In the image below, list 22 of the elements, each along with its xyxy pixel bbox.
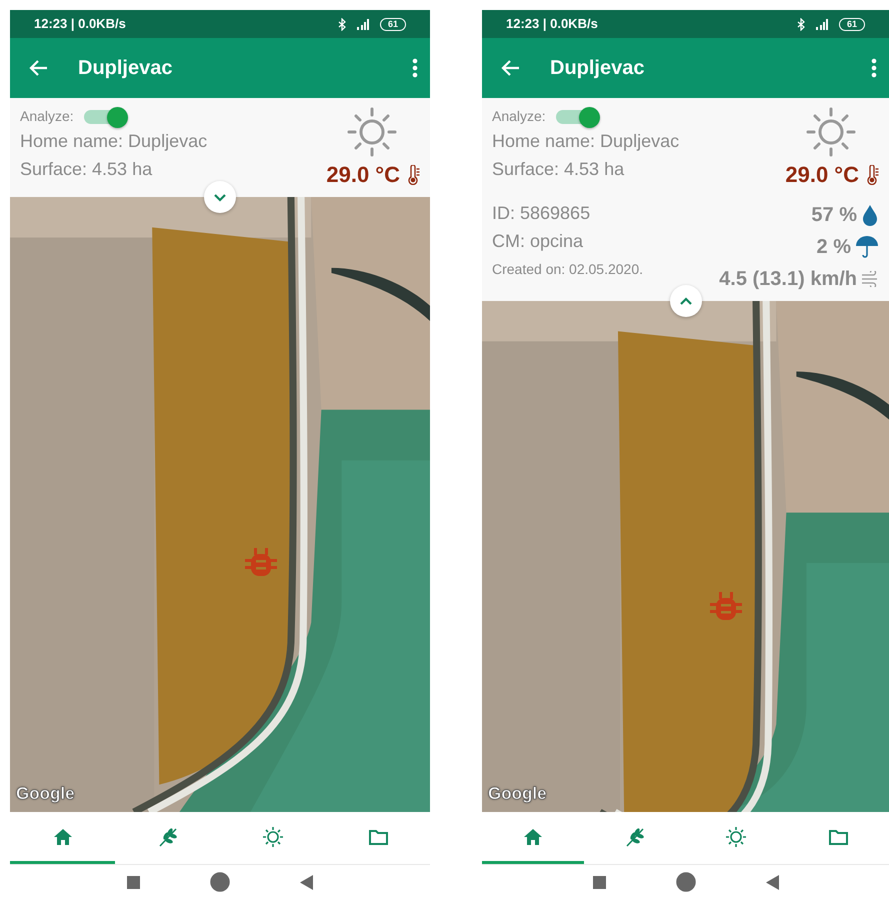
home-name-text: Home name: Dupljevac	[492, 130, 680, 153]
screen-title: Dupljevac	[550, 56, 646, 81]
created-on-text: Created on: 02.05.2020.	[492, 260, 644, 279]
analyze-label: Analyze:	[20, 107, 74, 126]
battery-indicator: 61	[380, 18, 406, 30]
precipitation-text: 2 %	[816, 235, 851, 260]
map-attribution: Google	[488, 782, 547, 805]
wind-speed-text: 4.5 (13.1) km/h	[719, 267, 857, 292]
humidity-text: 57 %	[811, 203, 857, 228]
analyze-label: Analyze:	[492, 107, 546, 126]
temperature-text: 29.0 °C	[785, 161, 859, 189]
battery-indicator: 61	[838, 18, 865, 30]
screen-title: Dupljevac	[78, 56, 174, 81]
surface-text: Surface: 4.53 ha	[20, 158, 154, 181]
map-attribution: Google	[16, 782, 75, 805]
temperature-text: 29.0 °C	[326, 161, 400, 189]
cm-text: CM: opcina	[492, 230, 584, 253]
home-name-text: Home name: Dupljevac	[20, 130, 208, 153]
id-text: ID: 5869865	[492, 202, 592, 225]
surface-text: Surface: 4.53 ha	[492, 158, 626, 181]
status-time: 12:23 | 0.0KB/s	[506, 15, 598, 34]
status-time: 12:23 | 0.0KB/s	[34, 15, 126, 34]
